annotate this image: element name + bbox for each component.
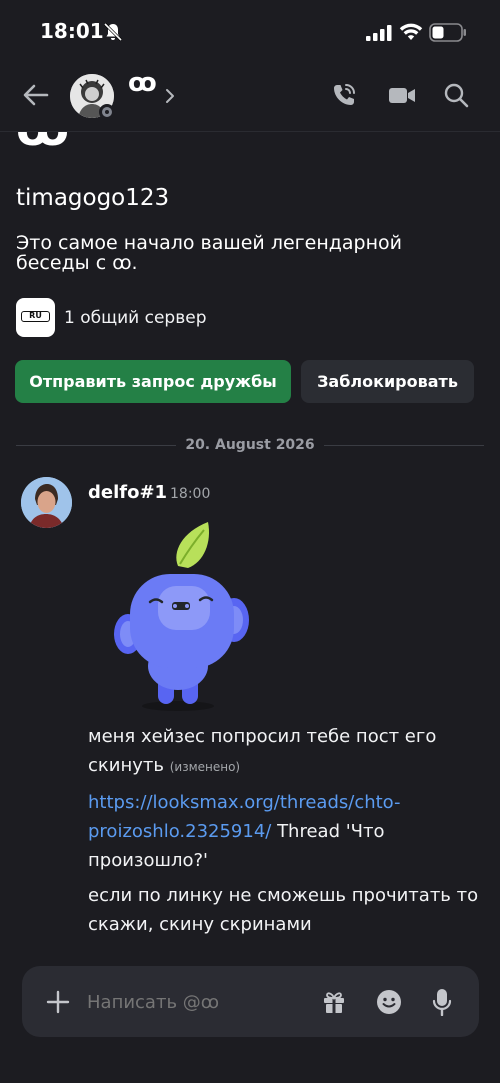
plus-icon[interactable] — [46, 990, 70, 1014]
message-line: меня хейзес попросил тебе пост его скину… — [88, 722, 483, 782]
message-line: https://looksmax.org/threads/chto-proizo… — [88, 788, 483, 875]
server-icon: RU — [16, 298, 55, 337]
message-time: 18:00 — [170, 486, 211, 502]
phone-call-icon[interactable] — [331, 82, 357, 108]
message-text: меня хейзес попросил тебе пост его скину… — [88, 726, 437, 776]
message-line: если по линку не сможешь прочитать то ск… — [88, 885, 479, 935]
edited-label: (изменено) — [169, 760, 241, 774]
gift-icon[interactable] — [322, 990, 346, 1014]
video-camera-icon[interactable] — [388, 82, 416, 108]
emoji-icon[interactable] — [376, 989, 402, 1015]
message-composer — [22, 966, 479, 1037]
status-time: 18:01 — [40, 19, 104, 43]
header-name[interactable]: ꝏ — [128, 68, 157, 98]
signal-icon — [366, 25, 392, 41]
wifi-icon — [399, 23, 423, 40]
search-icon[interactable] — [443, 82, 469, 108]
status-offline-icon — [99, 104, 115, 120]
message-avatar[interactable] — [21, 477, 72, 528]
date-divider: 20. August 2026 — [16, 435, 484, 457]
wumpus-sticker-image[interactable] — [108, 518, 258, 714]
message-content: меня хейзес попросил тебе пост его скину… — [88, 722, 483, 945]
back-arrow-icon[interactable] — [22, 81, 50, 109]
block-button[interactable]: Заблокировать — [301, 360, 474, 403]
message-input[interactable] — [87, 988, 287, 1016]
battery-icon — [429, 23, 466, 42]
intro-text: Это самое начало вашей легендарной бесед… — [16, 232, 402, 274]
date-text: 20. August 2026 — [185, 437, 315, 453]
mutual-servers-text: 1 общий сервер — [64, 308, 207, 328]
chevron-right-icon[interactable] — [163, 88, 177, 104]
chat-header: ꝏ — [0, 64, 500, 132]
add-friend-button[interactable]: Отправить запрос дружбы — [15, 360, 291, 403]
server-tag: RU — [21, 311, 50, 322]
status-bar: 18:01 — [0, 0, 500, 64]
message-author[interactable]: delfo#1 — [88, 482, 167, 503]
microphone-icon[interactable] — [432, 988, 452, 1016]
intro-username: timagogo123 — [16, 185, 170, 211]
avatar-image — [21, 477, 72, 528]
bell-muted-icon — [103, 22, 123, 42]
